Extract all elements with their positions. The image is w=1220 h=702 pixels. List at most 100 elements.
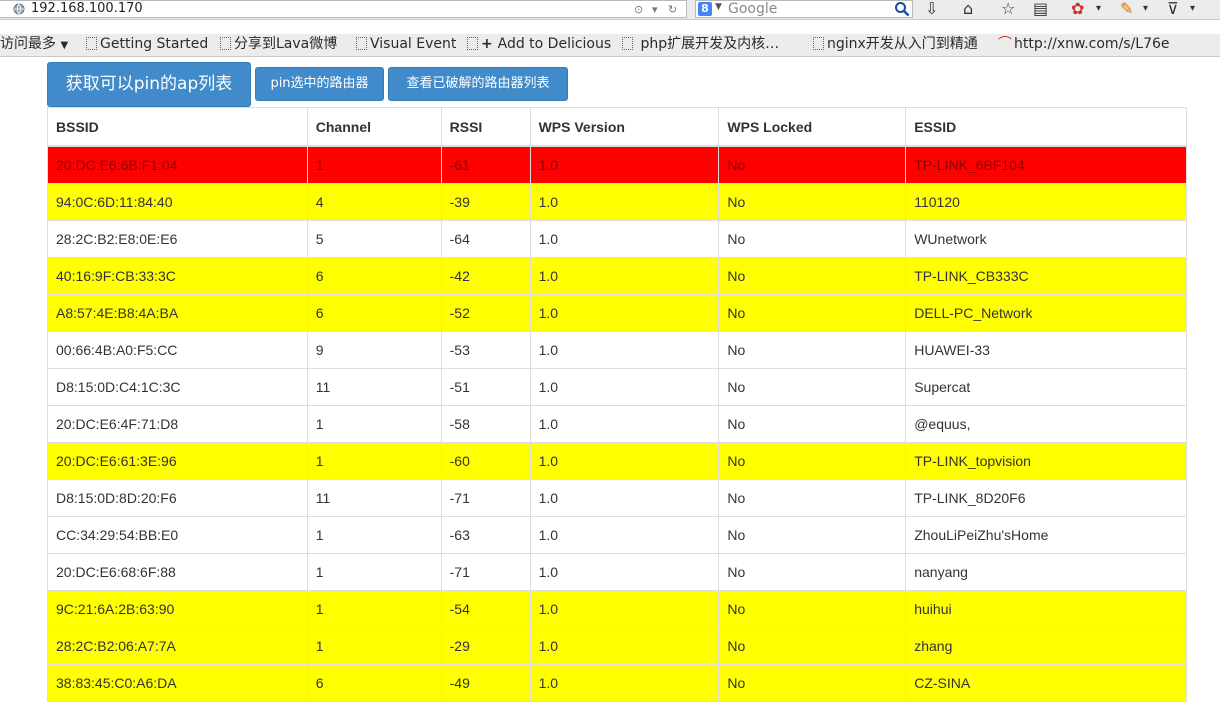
table-row[interactable]: A8:57:4E:B8:4A:BA 6 -52 1.0 No DELL-PC_Networ… — [47, 294, 1187, 332]
cell-wps-version: 1.0 — [529, 368, 720, 406]
cell-essid: CZ-SINA — [905, 664, 1187, 702]
cell-channel: 11 — [306, 368, 442, 406]
table-row[interactable]: 20:DC:E6:68:6F:88 1 -71 1.0 No nanyang — [47, 553, 1187, 591]
bookmark-label: php扩展开发及内核… — [640, 36, 780, 52]
table-row[interactable]: D8:15:0D:8D:20:F6 11 -71 1.0 No TP-LINK_8D20F… — [47, 479, 1187, 517]
cell-wps-version: 1.0 — [529, 479, 720, 517]
cell-channel: 6 — [306, 664, 442, 702]
pocket-icon[interactable]: ⊽ — [1167, 0, 1179, 18]
table-row[interactable]: 40:16:9F:CB:33:3C 6 -42 1.0 No TP-LINK_CB333C — [47, 257, 1187, 295]
cell-wps-locked: No — [718, 405, 907, 443]
dropdown-chevron-icon[interactable]: ▾ — [652, 2, 658, 18]
chevron-down-icon: ▼ — [60, 40, 69, 51]
table-row[interactable]: 20:DC:E6:61:3E:96 1 -60 1.0 No TP-LINK_topvis… — [47, 442, 1187, 480]
page-icon — [622, 37, 633, 50]
cell-bssid: CC:34:29:54:BB:E0 — [47, 516, 308, 554]
bookmark-share-lava[interactable]: 分享到Lava微博 — [220, 36, 337, 53]
star-bookmark-icon[interactable]: ☆ — [1001, 0, 1015, 18]
header-essid: ESSID — [905, 107, 1187, 147]
addon-chevron-icon[interactable]: ▾ — [1096, 0, 1101, 18]
extension-icon[interactable]: ✎ — [1120, 0, 1133, 18]
table-row[interactable]: 20:DC:E6:4F:71:D8 1 -58 1.0 No @equus, — [47, 405, 1187, 443]
cell-wps-locked: No — [718, 220, 907, 258]
cell-bssid: 20:DC:E6:4F:71:D8 — [47, 405, 308, 443]
cell-bssid: D8:15:0D:C4:1C:3C — [47, 368, 308, 406]
bookmark-most-visited[interactable]: 访问最多 ▼ — [0, 36, 68, 54]
addon-icon[interactable]: ✿ — [1071, 0, 1084, 18]
bookmark-visual-event[interactable]: Visual Event — [356, 36, 456, 53]
pocket-chevron-icon[interactable]: ▾ — [1190, 0, 1195, 18]
cell-wps-version: 1.0 — [529, 516, 720, 554]
search-box[interactable]: 8 ▼ Google — [695, 0, 913, 18]
table-row[interactable]: 00:66:4B:A0:F5:CC 9 -53 1.0 No HUAWEI-33 — [47, 331, 1187, 369]
cell-channel: 1 — [306, 516, 442, 554]
table-row[interactable]: 28:2C:B2:06:A7:7A 1 -29 1.0 No zhang — [47, 627, 1187, 665]
cell-essid: TP-LINK_8D20F6 — [905, 479, 1187, 517]
bookmark-php-ext[interactable]: php扩展开发及内核… — [622, 36, 779, 53]
home-icon[interactable]: ⌂ — [963, 0, 973, 18]
cell-essid: huihui — [905, 590, 1187, 628]
bookmark-add-delicious[interactable]: + Add to Delicious — [467, 36, 611, 53]
cell-channel: 1 — [306, 442, 442, 480]
bookmark-label: Getting Started — [100, 36, 209, 52]
pin-selected-button[interactable]: pin选中的路由器 — [255, 67, 384, 101]
cell-wps-locked: No — [718, 257, 907, 295]
cell-bssid: 28:2C:B2:06:A7:7A — [47, 627, 308, 665]
cell-rssi: -49 — [440, 664, 531, 702]
cell-channel: 9 — [306, 331, 442, 369]
reader-icon[interactable]: ⊙ — [634, 2, 643, 18]
cell-channel: 1 — [306, 590, 442, 628]
bookmark-xnw[interactable]: ⌒ http://xnw.com/s/L76e — [998, 36, 1170, 53]
bookmarks-menu-icon[interactable]: ▤ — [1033, 0, 1048, 18]
header-wps-version: WPS Version — [529, 107, 720, 147]
engine-chevron-icon[interactable]: ▼ — [715, 2, 722, 12]
cell-essid: ZhouLiPeiZhu'sHome — [905, 516, 1187, 554]
cell-essid: TP-LINK_CB333C — [905, 257, 1187, 295]
bookmark-label: 分享到Lava微博 — [234, 36, 338, 52]
table-row[interactable]: 94:0C:6D:11:84:40 4 -39 1.0 No 110120 — [47, 183, 1187, 221]
cell-wps-locked: No — [718, 145, 907, 184]
table-row[interactable]: CC:34:29:54:BB:E0 1 -63 1.0 No ZhouLiPeiZhu's… — [47, 516, 1187, 554]
table-row[interactable]: 38:83:45:C0:A6:DA 6 -49 1.0 No CZ-SINA — [47, 664, 1187, 702]
cell-essid: DELL-PC_Network — [905, 294, 1187, 332]
cell-wps-locked: No — [718, 664, 907, 702]
cell-channel: 1 — [306, 145, 442, 184]
cell-bssid: 00:66:4B:A0:F5:CC — [47, 331, 308, 369]
cell-bssid: 20:DC:E6:61:3E:96 — [47, 442, 308, 480]
cell-channel: 5 — [306, 220, 442, 258]
address-bar[interactable]: 192.168.100.170 ⊙ ▾ ↻ — [0, 0, 687, 18]
cell-bssid: D8:15:0D:8D:20:F6 — [47, 479, 308, 517]
cell-bssid: A8:57:4E:B8:4A:BA — [47, 294, 308, 332]
cell-essid: @equus, — [905, 405, 1187, 443]
bookmark-nginx[interactable]: nginx开发从入门到精通 — [813, 36, 978, 53]
view-cracked-button[interactable]: 查看已破解的路由器列表 — [388, 67, 568, 101]
cell-channel: 1 — [306, 627, 442, 665]
bookmark-getting-started[interactable]: Getting Started — [86, 36, 208, 53]
get-pin-ap-button[interactable]: 获取可以pin的ap列表 — [47, 62, 251, 107]
browser-toolbar: 192.168.100.170 ⊙ ▾ ↻ 8 ▼ Google ⇩ ⌂ ☆ ▤… — [0, 0, 1220, 20]
table-body: 20:DC:E6:6B:F1:04 1 -61 1.0 No TP-LINK_6BF104… — [47, 145, 1187, 702]
table-row[interactable]: 9C:21:6A:2B:63:90 1 -54 1.0 No huihui — [47, 590, 1187, 628]
search-icon[interactable] — [894, 1, 910, 17]
table-row[interactable]: 20:DC:E6:6B:F1:04 1 -61 1.0 No TP-LINK_6BF104 — [47, 145, 1187, 184]
google-logo-icon[interactable]: 8 — [698, 2, 712, 16]
search-placeholder: Google — [728, 1, 778, 17]
cell-essid: WUnetwork — [905, 220, 1187, 258]
globe-icon — [13, 3, 25, 15]
cell-bssid: 40:16:9F:CB:33:3C — [47, 257, 308, 295]
extension-chevron-icon[interactable]: ▾ — [1143, 0, 1148, 18]
rainbow-icon: ⌒ — [998, 36, 1012, 52]
download-icon[interactable]: ⇩ — [925, 0, 938, 18]
cell-channel: 11 — [306, 479, 442, 517]
cell-channel: 4 — [306, 183, 442, 221]
cell-rssi: -39 — [440, 183, 531, 221]
header-bssid: BSSID — [47, 107, 308, 147]
cell-rssi: -53 — [440, 331, 531, 369]
reload-icon[interactable]: ↻ — [668, 2, 677, 18]
table-row[interactable]: D8:15:0D:C4:1C:3C 11 -51 1.0 No Supercat — [47, 368, 1187, 406]
cell-rssi: -71 — [440, 479, 531, 517]
page-icon — [86, 37, 97, 50]
table-row[interactable]: 28:2C:B2:E8:0E:E6 5 -64 1.0 No WUnetwork — [47, 220, 1187, 258]
cell-rssi: -63 — [440, 516, 531, 554]
cell-rssi: -42 — [440, 257, 531, 295]
